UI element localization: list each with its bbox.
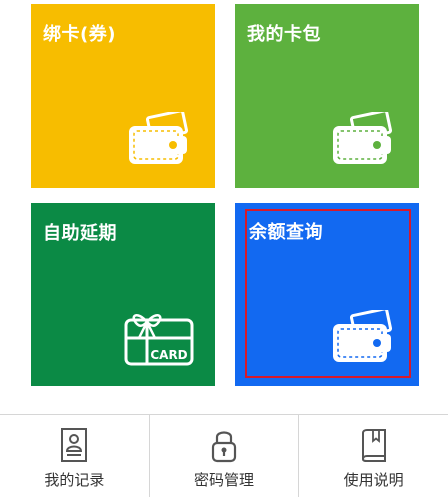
- tile-self-extend[interactable]: 自助延期 CARD: [31, 203, 215, 386]
- bottom-nav: 我的记录 密码管理 使用说明: [0, 414, 448, 497]
- wallet-icon: [127, 112, 193, 168]
- nav-item-my-records[interactable]: 我的记录: [0, 415, 149, 497]
- book-icon: [356, 427, 392, 463]
- tile-my-wallet-title: 我的卡包: [247, 24, 321, 45]
- tile-balance-query[interactable]: 余额查询: [235, 203, 419, 386]
- nav-label: 使用说明: [343, 471, 404, 489]
- lock-icon: [206, 427, 242, 463]
- id-card-icon: [56, 427, 92, 463]
- nav-item-password-manage[interactable]: 密码管理: [148, 415, 299, 497]
- tile-bind-card-title: 绑卡(券): [43, 24, 116, 45]
- gift-card-label: CARD: [150, 348, 187, 362]
- tile-self-extend-title: 自助延期: [43, 223, 117, 244]
- wallet-icon: [331, 112, 397, 168]
- tile-my-wallet[interactable]: 我的卡包: [235, 4, 419, 188]
- tile-balance-query-title: 余额查询: [249, 222, 323, 243]
- gift-card-icon: CARD: [123, 310, 195, 368]
- nav-item-instructions[interactable]: 使用说明: [298, 415, 448, 497]
- wallet-icon: [331, 310, 397, 366]
- tile-bind-card[interactable]: 绑卡(券): [31, 4, 215, 188]
- nav-label: 我的记录: [44, 471, 105, 489]
- nav-label: 密码管理: [194, 471, 255, 489]
